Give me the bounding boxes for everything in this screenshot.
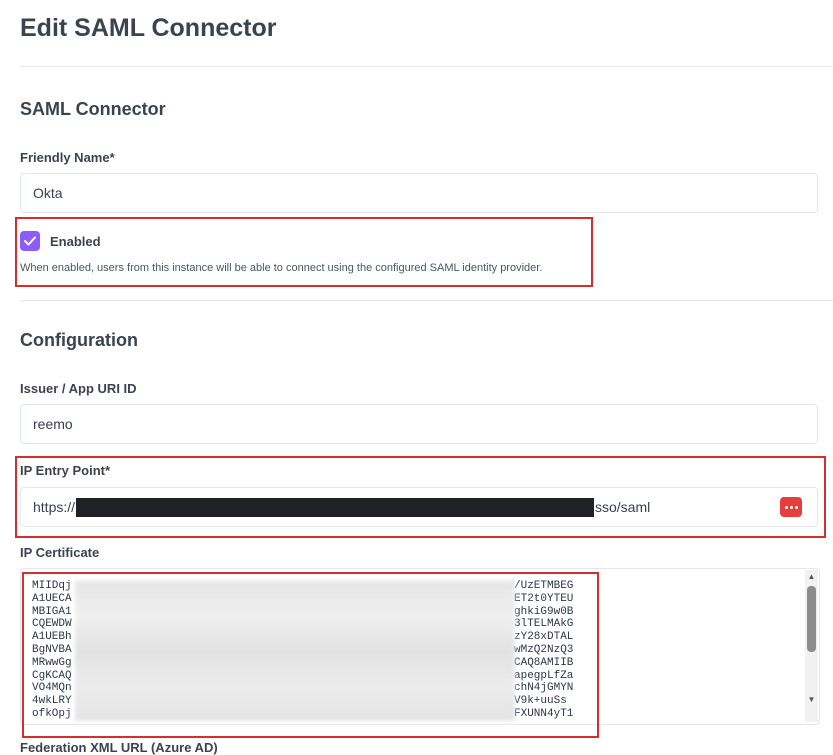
- certificate-label: IP Certificate: [20, 545, 100, 560]
- entry-point-suffix: sso/saml: [595, 499, 651, 515]
- entry-point-prefix: https://: [33, 499, 76, 515]
- password-manager-icon[interactable]: [780, 497, 802, 517]
- issuer-label: Issuer / App URI ID: [20, 381, 137, 396]
- divider: [20, 300, 833, 301]
- check-icon: [24, 236, 36, 246]
- scroll-up-icon[interactable]: ▲: [807, 572, 816, 582]
- issuer-value: reemo: [33, 416, 73, 432]
- enabled-label[interactable]: Enabled: [50, 234, 101, 249]
- scrollbar-thumb[interactable]: [807, 586, 816, 652]
- redaction-bar: [76, 498, 594, 517]
- page-title: Edit SAML Connector: [20, 14, 277, 42]
- enabled-help-text: When enabled, users from this instance w…: [20, 262, 543, 274]
- certificate-highlight-box: [22, 572, 599, 738]
- enabled-checkbox[interactable]: [20, 231, 40, 251]
- friendly-name-label: Friendly Name*: [20, 150, 115, 165]
- scroll-down-icon[interactable]: ▼: [807, 695, 816, 705]
- divider: [20, 66, 833, 67]
- federation-label: Federation XML URL (Azure AD): [20, 740, 218, 755]
- enabled-highlight-box: [15, 217, 593, 287]
- section-title-configuration: Configuration: [20, 330, 138, 350]
- entry-point-label: IP Entry Point*: [20, 463, 111, 478]
- issuer-input[interactable]: reemo: [20, 404, 818, 444]
- section-title-saml: SAML Connector: [20, 99, 166, 119]
- friendly-name-value: Okta: [33, 185, 63, 201]
- friendly-name-input[interactable]: Okta: [20, 173, 818, 213]
